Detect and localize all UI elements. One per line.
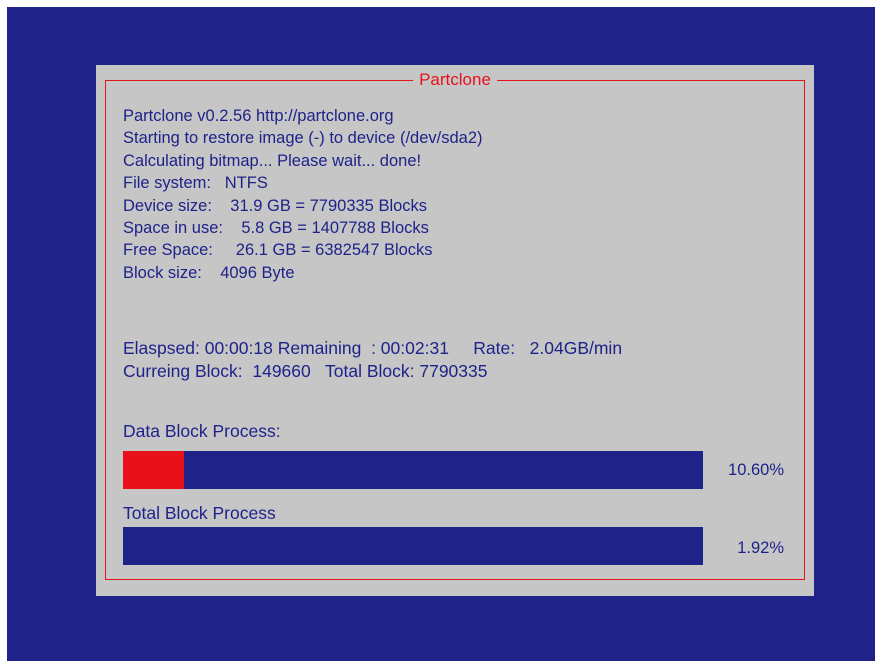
data-block-progress-fill (123, 451, 185, 489)
info-line-free-space: Free Space: 26.1 GB = 6382547 Blocks (123, 241, 433, 260)
info-panel: Partclone v0.2.56 http://partclone.org S… (123, 105, 483, 284)
total-block-progress-bar (123, 527, 703, 565)
info-line-version: Partclone v0.2.56 http://partclone.org (123, 107, 394, 125)
status-time-rate: Elaspsed: 00:00:18 Remaining : 00:02:31 … (123, 338, 623, 358)
dialog-title: Partclone (413, 69, 497, 91)
info-line-block-size: Block size: 4096 Byte (123, 263, 295, 282)
total-block-progress-fill (123, 527, 135, 565)
blue-screen-background: Partclone Partclone v0.2.56 http://partc… (7, 7, 875, 661)
info-line-space-in-use: Space in use: 5.8 GB = 1407788 Blocks (123, 219, 429, 238)
total-block-percent: 1.92% (737, 539, 784, 557)
screen-frame: { "dialog": { "title": "Partclone" }, "i… (0, 0, 878, 661)
total-block-label: Total Block Process (123, 503, 276, 523)
status-panel: Elaspsed: 00:00:18 Remaining : 00:02:31 … (123, 337, 622, 383)
status-blocks: Curreing Block: 149660 Total Block: 7790… (123, 361, 488, 381)
data-block-label: Data Block Process: (123, 421, 281, 441)
info-line-device-size: Device size: 31.9 GB = 7790335 Blocks (123, 196, 428, 215)
info-line-restore: Starting to restore image (-) to device … (123, 129, 483, 148)
info-line-bitmap: Calculating bitmap... Please wait... don… (123, 151, 422, 170)
info-line-filesystem: File system: NTFS (123, 174, 268, 193)
data-block-progress-bar (123, 451, 703, 489)
data-block-percent: 10.60% (728, 461, 784, 479)
partclone-dialog: Partclone Partclone v0.2.56 http://partc… (96, 65, 814, 596)
